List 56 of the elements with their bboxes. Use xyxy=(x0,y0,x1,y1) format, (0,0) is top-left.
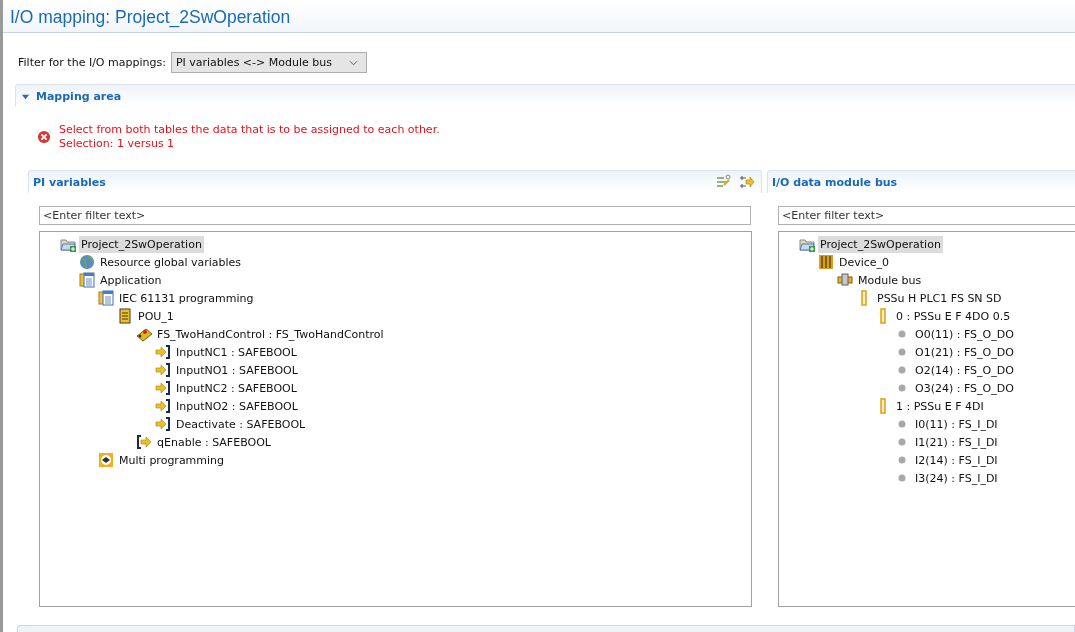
filter-field[interactable]: <Enter filter text> xyxy=(39,206,751,225)
tree-item[interactable]: I2(14) : FS_I_DI xyxy=(913,451,1000,469)
tree-item[interactable]: FS_TwoHandControl : FS_TwoHandControl xyxy=(155,325,386,343)
input-arrow-icon xyxy=(155,416,171,432)
error-icon xyxy=(37,130,51,144)
tree-item[interactable]: InputNO1 : SAFEBOOL xyxy=(174,361,300,379)
list-icon xyxy=(117,308,133,324)
tree-item[interactable]: I3(24) : FS_I_DI xyxy=(913,469,1000,487)
filter-label: Filter for the I/O mappings: xyxy=(18,56,166,69)
filter-dropdown[interactable]: PI variables <-> Module bus xyxy=(170,52,367,73)
filter-field[interactable]: <Enter filter text> xyxy=(778,206,1075,225)
device-icon xyxy=(818,254,834,270)
folder-icon xyxy=(799,236,815,252)
output-arrow-icon xyxy=(136,434,152,450)
switch-icon xyxy=(136,326,152,342)
message-text: Select from both tables the data that is to be assigned to each other. xyxy=(59,123,440,137)
tree-item[interactable]: InputNC1 : SAFEBOOL xyxy=(174,343,299,361)
panel-title: I/O data module bus xyxy=(772,175,898,189)
globe-icon xyxy=(79,254,95,270)
tree-item[interactable]: Device_0 xyxy=(837,253,892,271)
tree-item[interactable]: O0(11) : FS_O_DO xyxy=(913,325,1016,343)
tree-item[interactable]: O1(21) : FS_O_DO xyxy=(913,343,1016,361)
tree-item[interactable]: Project_2SwOperation xyxy=(79,235,204,253)
chevron-icon xyxy=(348,59,358,66)
input-arrow-icon xyxy=(155,398,171,414)
message-text: Selection: 1 versus 1 xyxy=(59,137,176,151)
wand-arrows-icon[interactable] xyxy=(715,174,731,190)
tree-item[interactable]: IEC 61131 programming xyxy=(117,289,256,307)
tree-item[interactable]: InputNO2 : SAFEBOOL xyxy=(174,397,300,415)
tree-item[interactable]: Resource global variables xyxy=(98,253,244,271)
panel-title: PI variables xyxy=(33,175,106,189)
input-arrow-icon xyxy=(155,344,171,360)
map-arrows-icon[interactable] xyxy=(739,174,755,190)
tree-item[interactable]: I1(21) : FS_I_DI xyxy=(913,433,1000,451)
tree-item[interactable]: PSSu H PLC1 FS SN SD xyxy=(875,289,1004,307)
tree-item[interactable]: 1 : PSSu E F 4DI xyxy=(894,397,986,415)
emblem-icon xyxy=(98,452,114,468)
tree-item[interactable]: POU_1 xyxy=(136,307,176,325)
tree-item[interactable]: Module bus xyxy=(856,271,924,289)
tree-item[interactable]: InputNC2 : SAFEBOOL xyxy=(174,379,299,397)
input-arrow-icon xyxy=(155,362,171,378)
tree-item[interactable]: Project_2SwOperation xyxy=(818,235,943,253)
tree-item[interactable]: Multi programming xyxy=(117,451,227,469)
document-stack-icon xyxy=(98,290,114,306)
bus-icon xyxy=(837,272,853,288)
folder-icon xyxy=(60,236,76,252)
document-stack-icon xyxy=(79,272,95,288)
input-arrow-icon xyxy=(155,380,171,396)
tree-item[interactable]: O3(24) : FS_O_DO xyxy=(913,379,1016,397)
tree-item[interactable]: qEnable : SAFEBOOL xyxy=(155,433,273,451)
tree-item[interactable]: Deactivate : SAFEBOOL xyxy=(174,415,308,433)
tree-item[interactable]: I0(11) : FS_I_DI xyxy=(913,415,1000,433)
tree-item[interactable]: O2(14) : FS_O_DO xyxy=(913,361,1016,379)
section-header[interactable]: Mapping area xyxy=(15,84,1075,107)
tree-item[interactable]: Application xyxy=(98,271,164,289)
tree-item[interactable]: 0 : PSSu E F 4DO 0.5 xyxy=(894,307,1013,325)
